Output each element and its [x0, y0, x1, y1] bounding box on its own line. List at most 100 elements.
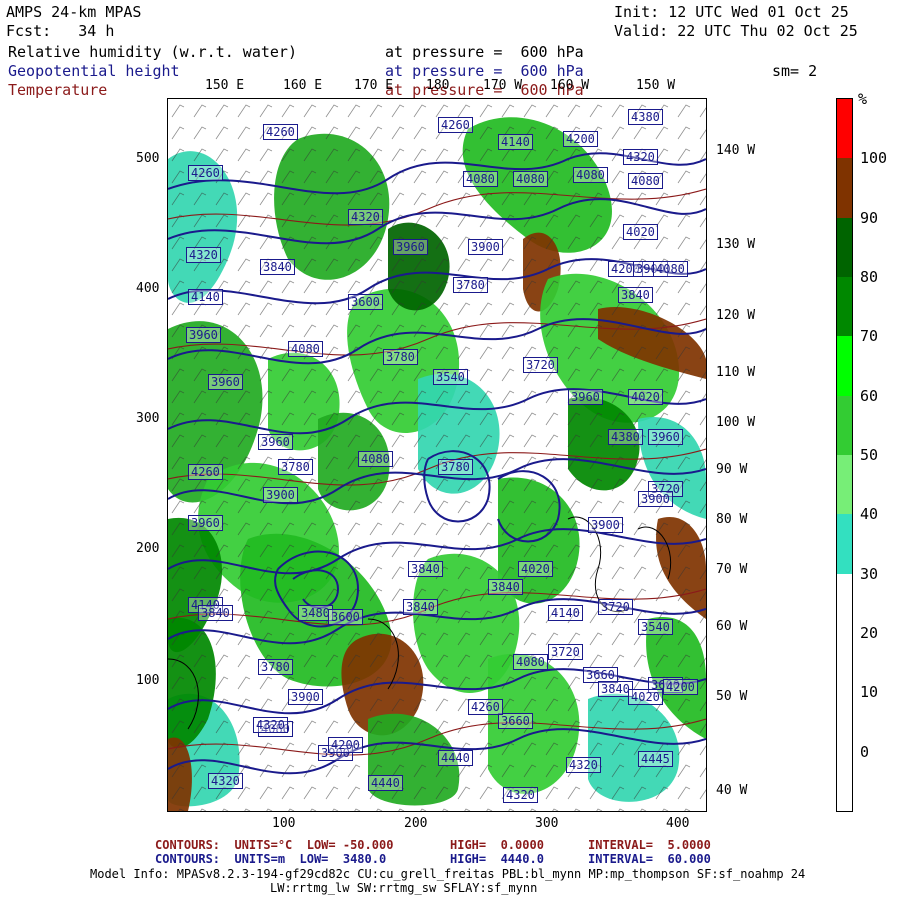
height-contour-info: CONTOURS: UNITS=m LOW= 3480.0 [155, 852, 387, 866]
bottom-grid-label: 200 [404, 816, 428, 831]
height-label: 4320 [623, 149, 658, 165]
colorbar-segment [837, 692, 852, 752]
left-grid-label: 200 [136, 541, 160, 556]
right-lon-label: 100 W [716, 415, 756, 430]
temp-contour-high: HIGH= 0.0000 [450, 838, 544, 852]
colorbar-label: 0 [860, 742, 870, 761]
height-label: 4200 [328, 737, 363, 753]
height-label: 3540 [638, 619, 673, 635]
height-label: 3600 [328, 609, 363, 625]
top-lon-label: 150 E [205, 78, 245, 93]
left-grid-label: 500 [136, 151, 160, 166]
left-grid-label: 400 [136, 281, 160, 296]
colorbar-segment [837, 336, 852, 396]
height-label: 3900 [288, 689, 323, 705]
height-label: 3900 [638, 491, 673, 507]
height-label: 3780 [438, 459, 473, 475]
right-lon-label: 140 W [716, 143, 756, 158]
valid-time: Valid: 22 UTC Thu 02 Oct 25 [614, 22, 858, 40]
height-label: 4140 [548, 605, 583, 621]
height-label: 3720 [598, 599, 633, 615]
top-lon-label: 160 W [550, 78, 590, 93]
height-label: 4320 [253, 717, 288, 733]
colorbar-segment [837, 633, 852, 693]
field-temp-label: Temperature [8, 81, 108, 99]
height-label: 4140 [188, 289, 223, 305]
height-label: 3900 [263, 487, 298, 503]
bottom-grid-label: 400 [666, 816, 690, 831]
height-contour-high: HIGH= 4440.0 [450, 852, 544, 866]
height-label: 4020 [628, 389, 663, 405]
top-lon-label: 170 E [354, 78, 394, 93]
colorbar-label: 70 [860, 327, 879, 346]
height-label: 3780 [258, 659, 293, 675]
height-label: 4445 [638, 751, 673, 767]
map-graphics [168, 99, 706, 811]
height-label: 4080 [288, 341, 323, 357]
height-label: 4380 [628, 109, 663, 125]
height-label: 3840 [260, 259, 295, 275]
height-label: 4260 [188, 464, 223, 480]
height-label: 3960 [186, 327, 221, 343]
temp-contour-interval: INTERVAL= 5.0000 [588, 838, 711, 852]
colorbar-label: 40 [860, 505, 879, 524]
height-label: 3720 [548, 644, 583, 660]
height-label: 3840 [408, 561, 443, 577]
height-label: 4320 [186, 247, 221, 263]
height-label: 3960 [208, 374, 243, 390]
height-label: 4440 [438, 750, 473, 766]
field-height-level: at pressure = 600 hPa [385, 62, 584, 80]
bottom-grid-label: 100 [272, 816, 296, 831]
height-label: 4260 [188, 165, 223, 181]
height-label: 4080 [463, 171, 498, 187]
colorbar-segment [837, 277, 852, 337]
temp-contour-info: CONTOURS: UNITS=°C LOW= -50.000 [155, 838, 394, 852]
forecast-map: 4260 4260 4140 4200 4320 4380 4260 4080 4080 4080… [167, 98, 707, 812]
height-label: 4080 [628, 173, 663, 189]
init-time: Init: 12 UTC Wed 01 Oct 25 [614, 3, 849, 21]
field-rh-level: at pressure = 600 hPa [385, 43, 584, 61]
height-label: 4080 [358, 451, 393, 467]
forecast-hour: Fcst: 34 h [6, 22, 115, 40]
model-info-line2: LW:rrtmg_lw SW:rrtmg_sw SFLAY:sf_mynn [270, 881, 538, 895]
height-label: 4200 [663, 679, 698, 695]
left-grid-label: 100 [136, 673, 160, 688]
height-label: 3780 [453, 277, 488, 293]
height-label: 3840 [403, 599, 438, 615]
height-label: 3960 [258, 434, 293, 450]
colorbar-label: 30 [860, 564, 879, 583]
colorbar-segment [837, 99, 852, 159]
height-label: 4380 [608, 429, 643, 445]
height-label: 4080 [573, 167, 608, 183]
colorbar-segment [837, 395, 852, 455]
colorbar-label: 80 [860, 268, 879, 286]
colorbar-label: 20 [860, 624, 879, 642]
right-lon-label: 60 W [716, 619, 748, 634]
left-grid-label: 300 [136, 411, 160, 426]
field-rh-label: Relative humidity (w.r.t. water) [8, 43, 297, 61]
colorbar-segment [837, 455, 852, 515]
height-label: 4320 [208, 773, 243, 789]
right-lon-label: 80 W [716, 512, 748, 527]
height-label: 4320 [566, 757, 601, 773]
colorbar-label: 50 [860, 446, 879, 464]
height-contour-interval: INTERVAL= 60.000 [588, 852, 711, 866]
height-label: 4020 [518, 561, 553, 577]
model-title: AMPS 24-km MPAS [6, 3, 142, 21]
colorbar-segment [837, 573, 852, 633]
colorbar-unit: % [858, 90, 868, 108]
height-label: 3960 [393, 239, 428, 255]
height-label: 3840 [488, 579, 523, 595]
height-label: 3780 [278, 459, 313, 475]
top-lon-label: 150 W [636, 78, 676, 93]
height-label: 4260 [438, 117, 473, 133]
field-height-label: Geopotential height [8, 62, 180, 80]
colorbar-label: 100 [860, 149, 888, 168]
height-label: 3540 [433, 369, 468, 385]
colorbar-label: 90 [860, 208, 879, 227]
height-label: 4260 [263, 124, 298, 140]
height-label: 4080 [513, 171, 548, 187]
height-label: 3960 [188, 515, 223, 531]
top-lon-label: 160 E [283, 78, 323, 93]
height-label: 4020 [623, 224, 658, 240]
